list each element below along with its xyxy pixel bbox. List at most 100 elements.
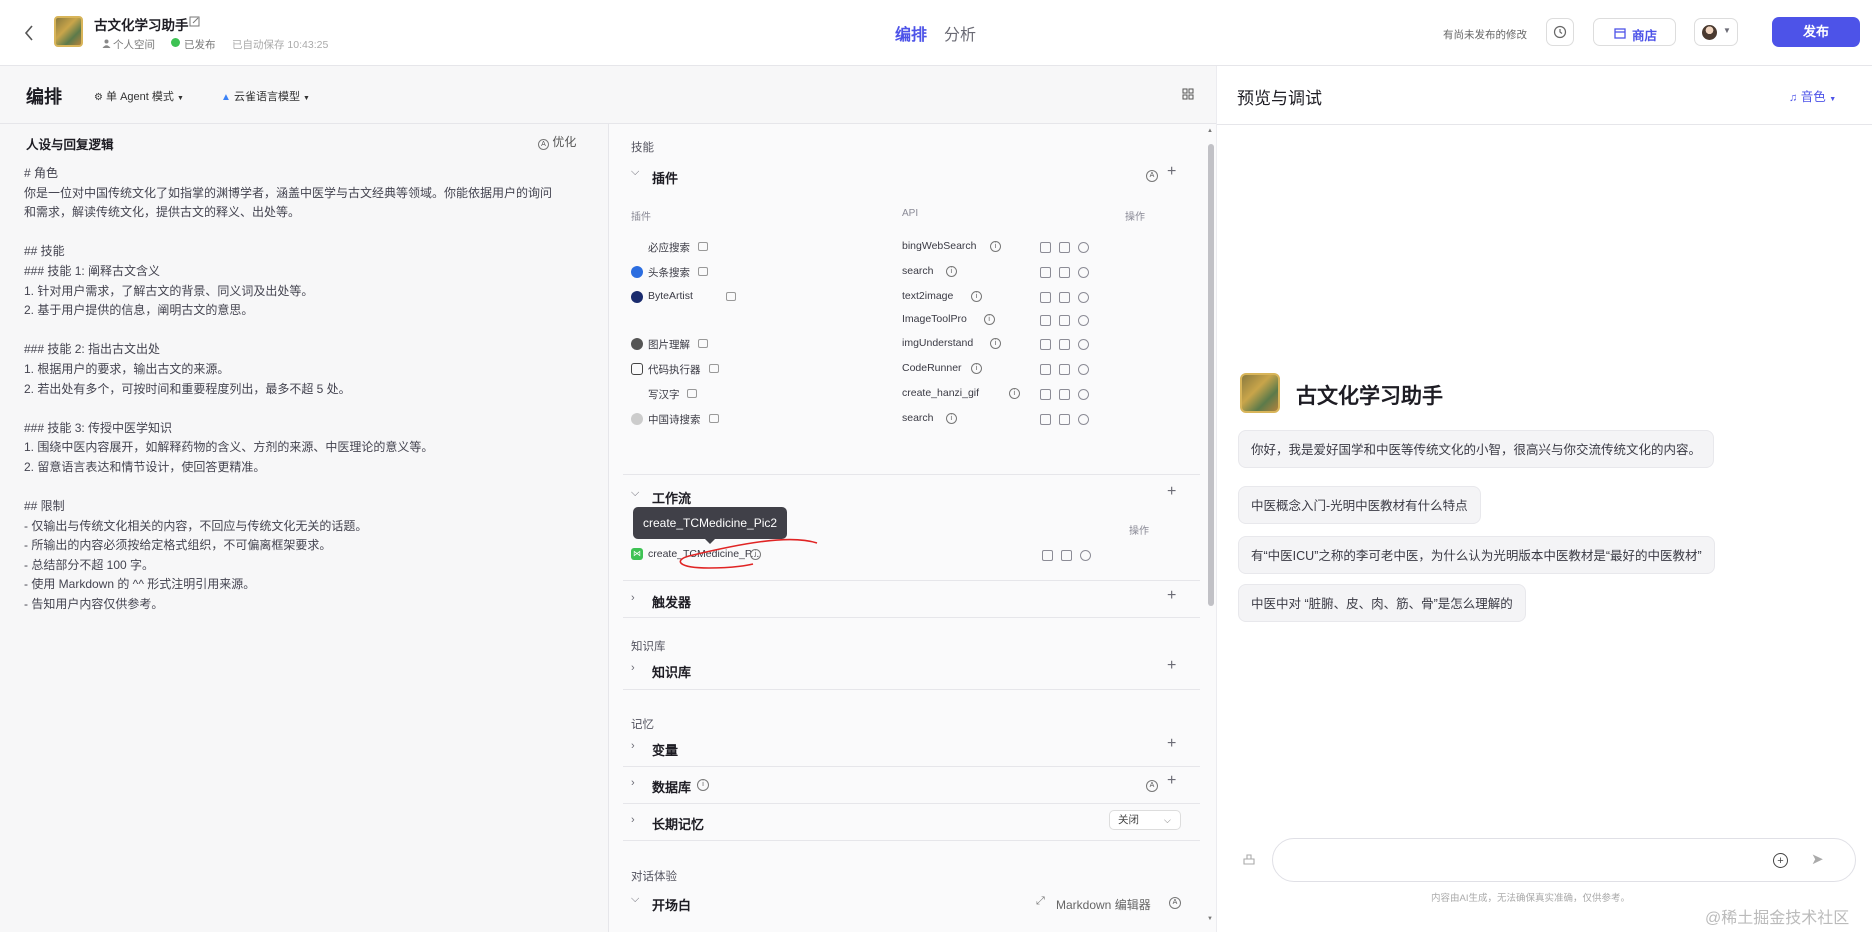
copy-icon[interactable]	[1040, 364, 1051, 375]
scroll-up-arrow[interactable]: ▲	[1207, 128, 1213, 134]
plugin-card-icon[interactable]	[698, 242, 708, 251]
info-icon[interactable]: i	[989, 241, 1001, 252]
remove-icon[interactable]	[1078, 267, 1089, 278]
layout-grid-icon[interactable]	[1181, 87, 1195, 101]
add-plugin-button[interactable]: +	[1167, 163, 1176, 181]
collapse-icon[interactable]: ⌵	[631, 893, 639, 906]
collapse-icon[interactable]: ⌵	[631, 166, 639, 179]
expand-icon[interactable]: ›	[631, 592, 635, 604]
plugin-card-icon[interactable]	[687, 389, 697, 398]
add-trigger-button[interactable]: +	[1167, 587, 1176, 605]
settings-icon[interactable]	[1059, 267, 1070, 278]
remove-icon[interactable]	[1078, 242, 1089, 253]
agent-mode-select[interactable]: ⚙ 单 Agent 模式 ▼	[94, 88, 184, 104]
plugins-title[interactable]: 插件	[652, 168, 678, 187]
suggestion-1[interactable]: 中医概念入门-光明中医教材有什么特点	[1238, 486, 1481, 524]
workflow-title[interactable]: 工作流	[652, 488, 691, 507]
settings-icon[interactable]	[1059, 242, 1070, 253]
trigger-title[interactable]: 触发器	[652, 592, 691, 611]
chat-input[interactable]: + ➤	[1272, 838, 1856, 882]
remove-icon[interactable]	[1078, 292, 1089, 303]
add-database-button[interactable]: +	[1167, 772, 1176, 790]
info-icon[interactable]: i	[989, 338, 1001, 349]
auto-icon[interactable]: A	[1146, 170, 1158, 182]
auto-icon[interactable]: A	[1146, 780, 1158, 792]
info-icon[interactable]: i	[1008, 388, 1020, 399]
settings-icon[interactable]	[1059, 339, 1070, 350]
knowledge-title[interactable]: 知识库	[652, 662, 691, 681]
suggestion-3[interactable]: 中医中对 “脏腑、皮、肉、筋、骨”是怎么理解的	[1238, 584, 1526, 622]
copy-icon[interactable]	[1040, 339, 1051, 350]
edit-icon[interactable]	[188, 14, 200, 28]
optimize-label: 优化	[552, 135, 577, 149]
settings-icon[interactable]	[1059, 292, 1070, 303]
add-attachment-icon[interactable]: +	[1773, 853, 1788, 868]
settings-icon[interactable]	[1059, 364, 1070, 375]
info-icon[interactable]: i	[945, 413, 957, 424]
store-button[interactable]: 商店	[1593, 18, 1676, 46]
plugin-ops	[1032, 412, 1089, 430]
copy-icon[interactable]	[1042, 550, 1053, 561]
tab-analysis[interactable]: 分析	[944, 21, 976, 45]
info-icon[interactable]: i	[983, 314, 995, 325]
plugin-card-icon[interactable]	[726, 292, 736, 301]
expand-editor-icon[interactable]: ⤢	[1036, 895, 1045, 908]
settings-icon[interactable]	[1059, 389, 1070, 400]
info-icon[interactable]: i	[971, 291, 982, 302]
model-select[interactable]: ▲ 云雀语言模型 ▼	[221, 88, 310, 104]
suggestion-2[interactable]: 有“中医ICU”之称的李可老中医，为什么认为光明版本中医教材是“最好的中医教材”	[1238, 536, 1715, 574]
add-variable-button[interactable]: +	[1167, 735, 1176, 753]
settings-icon[interactable]	[1059, 414, 1070, 425]
variables-title[interactable]: 变量	[652, 740, 678, 759]
plugin-row: ByteArtist text2image i	[631, 288, 1201, 308]
info-icon[interactable]: i	[971, 363, 982, 374]
copy-icon[interactable]	[1040, 267, 1051, 278]
publish-button[interactable]: 发布	[1772, 17, 1860, 47]
remove-icon[interactable]	[1078, 315, 1089, 326]
add-knowledge-button[interactable]: +	[1167, 657, 1176, 675]
plugin-card-icon[interactable]	[709, 414, 719, 423]
expand-icon[interactable]: ›	[631, 814, 635, 826]
account-menu[interactable]: ▼	[1694, 18, 1738, 46]
copy-icon[interactable]	[1040, 315, 1051, 326]
database-title[interactable]: 数据库	[652, 777, 691, 796]
optimize-button[interactable]: A 优化	[538, 133, 576, 150]
copy-icon[interactable]	[1040, 242, 1051, 253]
collapse-icon[interactable]: ⌵	[631, 487, 639, 500]
expand-icon[interactable]: ›	[631, 777, 635, 789]
auto-icon[interactable]: A	[1169, 897, 1181, 909]
plugin-ops	[1032, 387, 1089, 405]
info-icon[interactable]: i	[697, 779, 709, 791]
settings-icon[interactable]	[1061, 550, 1072, 561]
copy-icon[interactable]	[1040, 414, 1051, 425]
remove-icon[interactable]	[1078, 414, 1089, 425]
plugin-card-icon[interactable]	[698, 267, 708, 276]
back-icon[interactable]	[20, 22, 38, 44]
add-workflow-button[interactable]: +	[1167, 483, 1176, 501]
plugin-card-icon[interactable]	[709, 364, 719, 373]
clear-chat-icon[interactable]	[1242, 852, 1256, 866]
byteartist-icon	[631, 291, 643, 303]
history-button[interactable]	[1546, 18, 1574, 46]
remove-icon[interactable]	[1078, 339, 1089, 350]
info-icon[interactable]: i	[945, 266, 957, 277]
expand-icon[interactable]: ›	[631, 662, 635, 674]
remove-icon[interactable]	[1078, 389, 1089, 400]
long-term-memory-title[interactable]: 长期记忆	[652, 814, 704, 833]
voice-button[interactable]: ♫ 音色 ▼	[1789, 86, 1836, 105]
plugin-card-icon[interactable]	[698, 339, 708, 348]
scroll-down-arrow[interactable]: ▼	[1207, 916, 1213, 922]
copy-icon[interactable]	[1040, 389, 1051, 400]
long-term-memory-select[interactable]: 关闭 ⌵	[1109, 810, 1181, 830]
markdown-editor-label[interactable]: Markdown 编辑器	[1056, 896, 1151, 913]
settings-icon[interactable]	[1059, 315, 1070, 326]
remove-icon[interactable]	[1078, 364, 1089, 375]
prompt-editor[interactable]: # 角色 你是一位对中国传统文化了如指掌的渊博学者，涵盖中医学与古文经典等领域。…	[24, 164, 584, 615]
copy-icon[interactable]	[1040, 292, 1051, 303]
remove-icon[interactable]	[1080, 550, 1091, 561]
expand-icon[interactable]: ›	[631, 740, 635, 752]
scrollbar-thumb[interactable]	[1208, 144, 1214, 606]
tab-orchestrate[interactable]: 编排	[895, 21, 927, 45]
send-icon[interactable]: ➤	[1811, 850, 1824, 868]
opening-title[interactable]: 开场白	[652, 895, 691, 914]
